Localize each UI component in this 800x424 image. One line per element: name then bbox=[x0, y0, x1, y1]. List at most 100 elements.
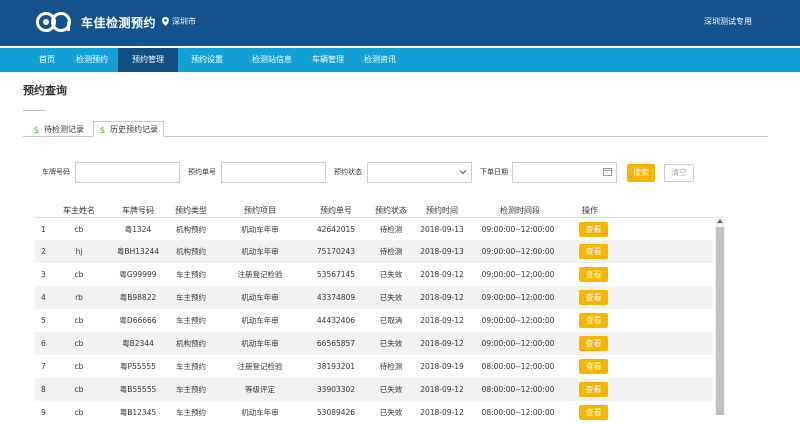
column-header-action: 操作 bbox=[582, 206, 598, 215]
cell-owner: cb bbox=[74, 362, 84, 371]
cell-status: 已失效 bbox=[379, 408, 403, 417]
cell-owner: cb bbox=[74, 339, 84, 348]
cell-owner: cb bbox=[74, 270, 84, 279]
tab-label: 待检测记录 bbox=[44, 124, 84, 134]
cell-plate: 粤B12345 bbox=[119, 408, 157, 417]
cell-item: 等级评定 bbox=[245, 385, 275, 394]
cell-date: 2018-09-12 bbox=[420, 339, 464, 348]
record-tabs: $ 待检测记录 $ 历史预约记录 bbox=[23, 121, 768, 137]
tab-pending-records[interactable]: $ 待检测记录 bbox=[28, 121, 89, 137]
cell-item: 机动车年审 bbox=[241, 225, 279, 234]
cell-date: 2018-09-13 bbox=[420, 225, 464, 234]
order-date-input[interactable] bbox=[512, 162, 617, 183]
tab-label: 历史预约记录 bbox=[110, 124, 158, 134]
cell-order-number: 44432406 bbox=[316, 316, 356, 325]
cell-item: 注册登记检验 bbox=[237, 362, 283, 371]
brand-logo-icon[interactable] bbox=[36, 10, 74, 34]
cell-time-slot: 09:00:00--12:00:00 bbox=[481, 293, 555, 302]
cell-item: 注册登记检验 bbox=[237, 270, 283, 279]
cell-owner: cb bbox=[74, 225, 84, 234]
column-header-time-slot: 检测时间段 bbox=[500, 206, 540, 215]
view-button[interactable]: 查看 bbox=[579, 244, 608, 259]
cell-order-number: 42642015 bbox=[316, 225, 356, 234]
user-name[interactable]: 深圳测试专用 bbox=[704, 16, 752, 27]
cell-date: 2018-09-13 bbox=[420, 247, 464, 256]
clear-button[interactable]: 清空 bbox=[664, 164, 694, 182]
cell-type: 车主预约 bbox=[176, 408, 206, 417]
cell-order-number: 38193201 bbox=[316, 362, 356, 371]
cell-row-number: 1 bbox=[41, 225, 46, 234]
dollar-icon: $ bbox=[34, 126, 40, 134]
cell-order-number: 33903302 bbox=[316, 385, 356, 394]
nav-item-booking[interactable]: 检测预约 bbox=[67, 48, 117, 72]
cell-type: 车主预约 bbox=[176, 316, 206, 325]
scrollbar-thumb[interactable] bbox=[716, 227, 724, 415]
cell-time-slot: 08:00:00--12:00:00 bbox=[481, 362, 555, 371]
cell-status: 待检测 bbox=[379, 247, 403, 256]
cell-item: 机动车年审 bbox=[241, 316, 279, 325]
column-header-date: 预约时间 bbox=[426, 206, 458, 215]
cell-type: 车主预约 bbox=[176, 270, 206, 279]
city-selector[interactable]: 深圳市 bbox=[162, 16, 196, 27]
cell-type: 机构预约 bbox=[176, 339, 206, 348]
nav-item-home[interactable]: 首页 bbox=[27, 48, 67, 72]
cell-time-slot: 09:00:00--12:00:00 bbox=[481, 316, 555, 325]
cell-type: 车主预约 bbox=[176, 362, 206, 371]
cell-row-number: 4 bbox=[41, 293, 46, 302]
cell-status: 待检测 bbox=[379, 225, 403, 234]
table-row: 8 cb 粤B55555 车主预约 等级评定 33903302 已失效 2018-09-12 0… bbox=[35, 378, 713, 401]
main-nav: 首页 检测预约 预约管理 预约设置 检测站信息 车辆管理 检测资讯 bbox=[0, 48, 800, 72]
view-button[interactable]: 查看 bbox=[579, 405, 608, 420]
view-button[interactable]: 查看 bbox=[579, 382, 608, 397]
cell-date: 2018-09-12 bbox=[420, 408, 464, 417]
svg-text:$: $ bbox=[34, 126, 40, 134]
cell-date: 2018-09-12 bbox=[420, 293, 464, 302]
cell-plate: 粤B98822 bbox=[119, 293, 157, 302]
cell-status: 待检测 bbox=[379, 362, 403, 371]
cell-status: 已失效 bbox=[379, 339, 403, 348]
nav-item-vehicle-management[interactable]: 车辆管理 bbox=[305, 48, 351, 72]
cell-plate: 粤B55555 bbox=[119, 385, 157, 394]
status-label: 预约状态 bbox=[334, 168, 362, 176]
table-row: 4 rb 粤B98822 车主预约 机动车年审 43374809 已失效 2018-09-12… bbox=[35, 286, 713, 309]
table-row: 3 cb 粤G99999 车主预约 注册登记检验 53567145 已失效 2018-09-1… bbox=[35, 263, 713, 286]
column-header-order-no: 预约单号 bbox=[320, 206, 352, 215]
cell-type: 车主预约 bbox=[176, 385, 206, 394]
cell-row-number: 2 bbox=[41, 247, 46, 256]
plate-number-input[interactable] bbox=[75, 162, 180, 183]
cell-date: 2018-09-12 bbox=[420, 385, 464, 394]
cell-status: 已失效 bbox=[379, 270, 403, 279]
status-select[interactable] bbox=[367, 162, 472, 183]
nav-item-news[interactable]: 检测资讯 bbox=[357, 48, 403, 72]
cell-type: 机构预约 bbox=[176, 225, 206, 234]
view-button[interactable]: 查看 bbox=[579, 313, 608, 328]
order-number-input[interactable] bbox=[221, 162, 326, 183]
tab-history-records[interactable]: $ 历史预约记录 bbox=[93, 121, 164, 137]
view-button[interactable]: 查看 bbox=[579, 222, 608, 237]
app-header: 车佳检测预约 深圳市 深圳测试专用 bbox=[0, 0, 800, 46]
cell-order-number: 53089426 bbox=[316, 408, 356, 417]
title-divider bbox=[23, 110, 45, 111]
cell-owner: cb bbox=[74, 408, 84, 417]
table-row: 2 hj 粤BH13244 机构预约 机动车年审 75170243 待检测 2018-09-1… bbox=[35, 240, 713, 263]
nav-item-station-info[interactable]: 检测站信息 bbox=[244, 48, 300, 72]
view-button[interactable]: 查看 bbox=[579, 359, 608, 374]
view-button[interactable]: 查看 bbox=[579, 290, 608, 305]
cell-row-number: 8 bbox=[41, 385, 46, 394]
nav-item-booking-settings[interactable]: 预约设置 bbox=[182, 48, 232, 72]
cell-date: 2018-09-12 bbox=[420, 316, 464, 325]
table-row: 9 cb 粤B12345 车主预约 机动车年审 53089426 已失效 2018-09-12… bbox=[35, 401, 713, 424]
column-header-status: 预约状态 bbox=[375, 206, 407, 215]
cell-order-number: 43374809 bbox=[316, 293, 356, 302]
nav-item-booking-management[interactable]: 预约管理 bbox=[118, 48, 178, 72]
calendar-icon bbox=[603, 168, 612, 176]
view-button[interactable]: 查看 bbox=[579, 267, 608, 282]
cell-plate: 粤D66666 bbox=[119, 316, 157, 325]
cell-item: 机动车年审 bbox=[241, 293, 279, 302]
scroll-up-arrow-icon[interactable] bbox=[717, 219, 723, 223]
cell-item: 机动车年审 bbox=[241, 247, 279, 256]
search-button[interactable]: 搜索 bbox=[627, 164, 655, 182]
view-button[interactable]: 查看 bbox=[579, 336, 608, 351]
table-row: 6 cb 粤B2344 机构预约 机动车年审 66565857 已失效 2018-09-12 0… bbox=[35, 332, 713, 355]
cell-type: 机构预约 bbox=[176, 247, 206, 256]
